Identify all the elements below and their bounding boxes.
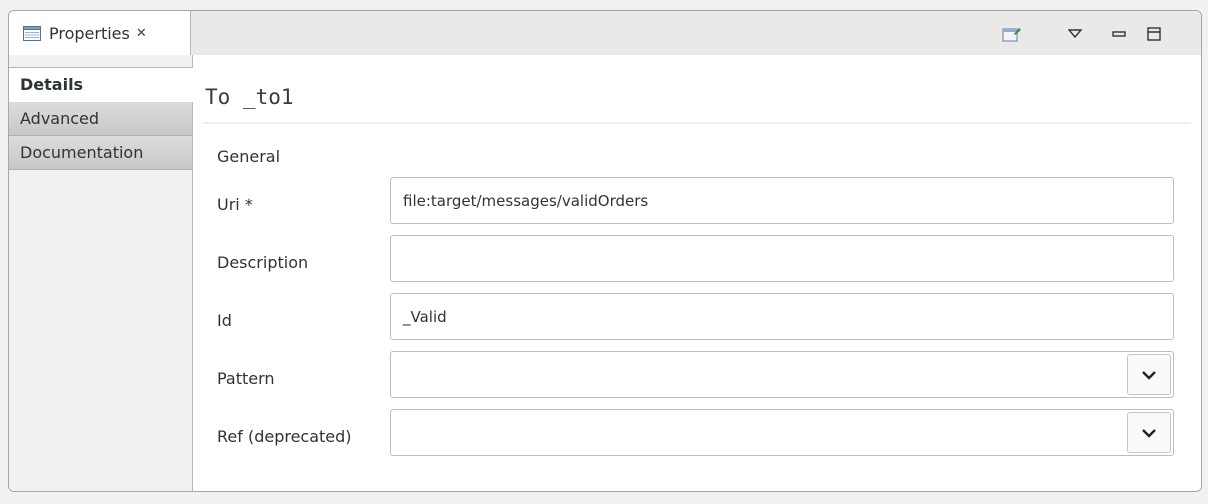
- description-field[interactable]: [390, 235, 1174, 282]
- properties-tab-label: Properties: [49, 23, 130, 43]
- description-label: Description: [217, 253, 309, 272]
- chevron-down-icon: [1142, 428, 1156, 438]
- ref-label: Ref (deprecated): [217, 427, 352, 446]
- close-icon[interactable]: ✕: [136, 26, 147, 41]
- title-divider: [203, 122, 1191, 124]
- page-title: To _to1: [205, 85, 294, 109]
- id-field[interactable]: _Valid: [390, 293, 1174, 340]
- ref-dropdown-button[interactable]: [1127, 412, 1171, 453]
- pin-view-icon[interactable]: [1001, 23, 1023, 45]
- properties-tab[interactable]: Properties ✕: [9, 11, 191, 55]
- properties-icon: [23, 25, 41, 41]
- pattern-dropdown-button[interactable]: [1127, 354, 1171, 395]
- maximize-icon[interactable]: [1143, 23, 1165, 45]
- pattern-label: Pattern: [217, 369, 275, 388]
- view-toolbar: Properties ✕: [9, 11, 1201, 56]
- details-panel: To _to1 General Uri * file:target/messag…: [193, 55, 1201, 491]
- chevron-down-icon: [1142, 370, 1156, 380]
- id-label: Id: [217, 311, 232, 330]
- tab-advanced-label: Advanced: [20, 109, 100, 128]
- properties-view: Properties ✕ Details Advanced Documentat…: [8, 10, 1202, 492]
- view-menu-icon[interactable]: [1064, 23, 1086, 45]
- tab-documentation[interactable]: Documentation: [9, 136, 192, 170]
- uri-label: Uri *: [217, 195, 253, 214]
- tab-advanced[interactable]: Advanced: [9, 102, 192, 136]
- property-tab-list: Details Advanced Documentation: [9, 55, 193, 491]
- tab-details-label: Details: [20, 75, 84, 94]
- tab-list-spacer: [9, 55, 192, 68]
- uri-field[interactable]: file:target/messages/validOrders: [390, 177, 1174, 224]
- ref-combo[interactable]: [390, 409, 1174, 456]
- pattern-combo[interactable]: [390, 351, 1174, 398]
- minimize-icon[interactable]: [1108, 23, 1130, 45]
- tab-documentation-label: Documentation: [20, 143, 144, 162]
- tab-details[interactable]: Details: [9, 68, 193, 102]
- section-general-label: General: [217, 147, 281, 166]
